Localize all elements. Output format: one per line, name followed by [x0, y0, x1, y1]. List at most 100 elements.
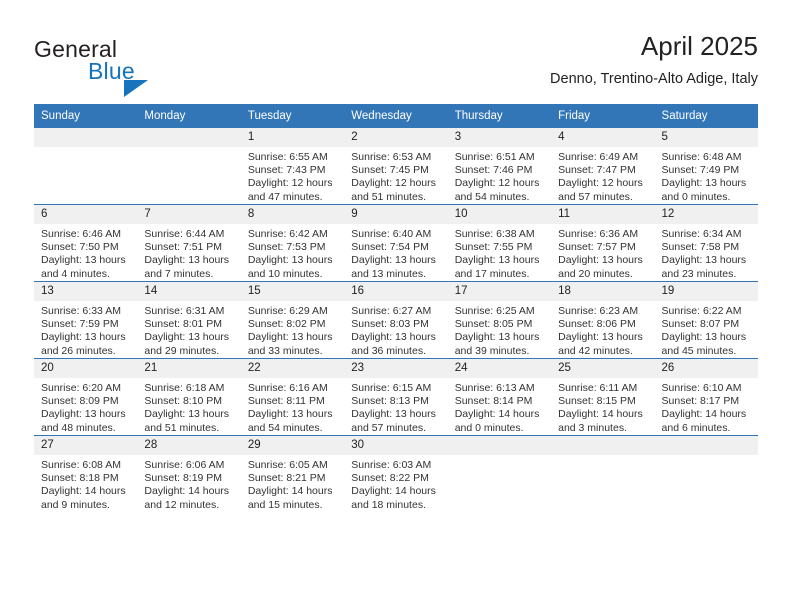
day-number: 26: [654, 359, 758, 378]
day-details: Sunrise: 6:11 AM Sunset: 8:15 PM Daylight:…: [551, 378, 654, 435]
calendar-empty-cell: [447, 435, 552, 512]
daylight-duration-line1: Daylight: 13 hours: [661, 331, 747, 344]
sunrise-time: Sunrise: 6:53 AM: [351, 151, 432, 163]
calendar-day-cell[interactable]: 15 Sunrise: 6:29 AM Sunset: 8:02 PM Dayligh…: [240, 281, 345, 359]
sunset-time: Sunset: 7:51 PM: [144, 241, 223, 254]
calendar-day-cell[interactable]: 27 Sunrise: 6:08 AM Sunset: 8:18 PM Dayligh…: [34, 435, 138, 512]
calendar-day-cell[interactable]: 20 Sunrise: 6:20 AM Sunset: 8:09 PM Dayligh…: [34, 358, 138, 436]
daylight-duration-line1: Daylight: 12 hours: [351, 177, 436, 190]
calendar-day-cell[interactable]: 11 Sunrise: 6:36 AM Sunset: 7:57 PM Dayligh…: [551, 204, 655, 282]
sunrise-time: Sunrise: 6:23 AM: [558, 305, 639, 317]
daylight-duration-line2: and 13 minutes.: [351, 267, 426, 280]
daylight-duration-line2: and 45 minutes.: [661, 344, 737, 357]
weekday-header-monday: Monday: [137, 104, 241, 128]
day-number: 17: [447, 282, 552, 301]
sunset-time: Sunset: 7:45 PM: [351, 164, 429, 177]
sunset-time: Sunset: 7:58 PM: [661, 241, 740, 254]
calendar-day-cell[interactable]: 21 Sunrise: 6:18 AM Sunset: 8:10 PM Dayligh…: [137, 358, 241, 436]
calendar-day-cell[interactable]: 3 Sunrise: 6:51 AM Sunset: 7:46 PM Daylight…: [447, 128, 552, 205]
calendar-header-row: Sunday Monday Tuesday Wednesday Thursday Frid…: [34, 104, 758, 128]
calendar-day-cell[interactable]: 14 Sunrise: 6:31 AM Sunset: 8:01 PM Dayligh…: [137, 281, 241, 359]
calendar-day-cell[interactable]: 1 Sunrise: 6:55 AM Sunset: 7:43 PM Daylight…: [240, 128, 345, 205]
calendar-day-cell[interactable]: 24 Sunrise: 6:13 AM Sunset: 8:14 PM Dayligh…: [447, 358, 552, 436]
sunset-time: Sunset: 8:06 PM: [558, 318, 636, 331]
daylight-duration-line1: Daylight: 12 hours: [558, 177, 643, 190]
calendar-day-cell[interactable]: 6 Sunrise: 6:46 AM Sunset: 7:50 PM Daylight…: [34, 204, 138, 282]
day-number: 29: [240, 436, 345, 455]
weekday-header-wednesday: Wednesday: [344, 104, 448, 128]
calendar-day-cell[interactable]: 29 Sunrise: 6:05 AM Sunset: 8:21 PM Dayligh…: [240, 435, 345, 512]
calendar-day-cell[interactable]: 13 Sunrise: 6:33 AM Sunset: 7:59 PM Dayligh…: [34, 281, 138, 359]
daylight-duration-line1: Daylight: 13 hours: [351, 254, 436, 267]
calendar-day-cell[interactable]: 30 Sunrise: 6:03 AM Sunset: 8:22 PM Dayligh…: [344, 435, 448, 512]
daylight-duration-line1: Daylight: 14 hours: [351, 485, 436, 498]
calendar-day-cell[interactable]: 23 Sunrise: 6:15 AM Sunset: 8:13 PM Dayligh…: [344, 358, 448, 436]
day-number: 23: [344, 359, 448, 378]
calendar-day-cell[interactable]: 9 Sunrise: 6:40 AM Sunset: 7:54 PM Daylight…: [344, 204, 448, 282]
daylight-duration-line2: and 15 minutes.: [247, 498, 323, 511]
sunset-time: Sunset: 7:43 PM: [247, 164, 326, 177]
day-details: Sunrise: 6:16 AM Sunset: 8:11 PM Daylight:…: [241, 378, 344, 435]
calendar-day-cell[interactable]: 22 Sunrise: 6:16 AM Sunset: 8:11 PM Dayligh…: [240, 358, 345, 436]
sunset-time: Sunset: 7:54 PM: [351, 241, 429, 254]
calendar-day-cell[interactable]: 12 Sunrise: 6:34 AM Sunset: 7:58 PM Dayligh…: [654, 204, 758, 282]
daylight-duration-line1: Daylight: 12 hours: [454, 177, 540, 190]
calendar-day-cell[interactable]: 25 Sunrise: 6:11 AM Sunset: 8:15 PM Dayligh…: [551, 358, 655, 436]
day-details: Sunrise: 6:06 AM Sunset: 8:19 PM Daylight:…: [137, 455, 240, 512]
sunset-time: Sunset: 7:53 PM: [247, 241, 326, 254]
daylight-duration-line2: and 54 minutes.: [247, 421, 323, 434]
sunrise-time: Sunrise: 6:49 AM: [558, 151, 639, 163]
daylight-duration-line2: and 29 minutes.: [144, 344, 220, 357]
day-details: Sunrise: 6:13 AM Sunset: 8:14 PM Daylight:…: [448, 378, 551, 435]
sunset-time: Sunset: 7:46 PM: [454, 164, 533, 177]
daylight-duration-line1: Daylight: 13 hours: [661, 177, 747, 190]
day-details: Sunrise: 6:22 AM Sunset: 8:07 PM Daylight:…: [655, 301, 758, 358]
sunset-time: Sunset: 7:47 PM: [558, 164, 636, 177]
calendar-day-cell[interactable]: 8 Sunrise: 6:42 AM Sunset: 7:53 PM Daylight…: [240, 204, 345, 282]
day-number: [137, 128, 241, 147]
day-details: Sunrise: 6:31 AM Sunset: 8:01 PM Daylight:…: [137, 301, 240, 358]
day-number: 4: [551, 128, 655, 147]
daylight-duration-line2: and 26 minutes.: [41, 344, 116, 357]
calendar-day-cell[interactable]: 17 Sunrise: 6:25 AM Sunset: 8:05 PM Dayligh…: [447, 281, 552, 359]
daylight-duration-line1: Daylight: 14 hours: [41, 485, 126, 498]
calendar-day-cell[interactable]: 16 Sunrise: 6:27 AM Sunset: 8:03 PM Dayligh…: [344, 281, 448, 359]
calendar-day-cell[interactable]: 19 Sunrise: 6:22 AM Sunset: 8:07 PM Dayligh…: [654, 281, 758, 359]
sunrise-time: Sunrise: 6:20 AM: [41, 382, 121, 394]
calendar-day-cell[interactable]: 28 Sunrise: 6:06 AM Sunset: 8:19 PM Dayligh…: [137, 435, 241, 512]
calendar-table: Sunday Monday Tuesday Wednesday Thursday Frid…: [34, 104, 758, 512]
day-details: Sunrise: 6:03 AM Sunset: 8:22 PM Daylight:…: [344, 455, 447, 512]
sunrise-time: Sunrise: 6:11 AM: [558, 382, 638, 394]
sunrise-time: Sunrise: 6:44 AM: [144, 228, 225, 240]
sunrise-time: Sunrise: 6:05 AM: [247, 459, 328, 471]
sunset-time: Sunset: 7:55 PM: [454, 241, 533, 254]
sunrise-time: Sunrise: 6:22 AM: [661, 305, 742, 317]
calendar-day-cell[interactable]: 18 Sunrise: 6:23 AM Sunset: 8:06 PM Dayligh…: [551, 281, 655, 359]
daylight-duration-line2: and 17 minutes.: [454, 267, 530, 280]
day-details: Sunrise: 6:42 AM Sunset: 7:53 PM Daylight:…: [241, 224, 344, 281]
day-number: 5: [654, 128, 758, 147]
calendar-day-cell[interactable]: 4 Sunrise: 6:49 AM Sunset: 7:47 PM Daylight…: [551, 128, 655, 205]
sunrise-time: Sunrise: 6:06 AM: [144, 459, 225, 471]
title-block: April 2025 Denno, Trentino-Alto Adige, I…: [550, 30, 758, 88]
calendar-day-cell[interactable]: 26 Sunrise: 6:10 AM Sunset: 8:17 PM Dayligh…: [654, 358, 758, 436]
daylight-duration-line2: and 36 minutes.: [351, 344, 426, 357]
daylight-duration-line1: Daylight: 14 hours: [558, 408, 643, 421]
daylight-duration-line1: Daylight: 13 hours: [41, 331, 126, 344]
sunset-time: Sunset: 7:59 PM: [41, 318, 119, 331]
day-number: 20: [34, 359, 138, 378]
sunset-time: Sunset: 8:15 PM: [558, 395, 636, 408]
weekday-header-row: Sunday Monday Tuesday Wednesday Thursday Frid…: [34, 104, 758, 128]
calendar-day-cell[interactable]: 2 Sunrise: 6:53 AM Sunset: 7:45 PM Daylight…: [344, 128, 448, 205]
daylight-duration-line2: and 12 minutes.: [144, 498, 220, 511]
sunset-time: Sunset: 8:11 PM: [247, 395, 325, 408]
calendar-day-cell[interactable]: 5 Sunrise: 6:48 AM Sunset: 7:49 PM Daylight…: [654, 128, 758, 205]
calendar-day-cell[interactable]: 10 Sunrise: 6:38 AM Sunset: 7:55 PM Dayligh…: [447, 204, 552, 282]
sunset-time: Sunset: 7:49 PM: [661, 164, 740, 177]
daylight-duration-line2: and 57 minutes.: [351, 421, 426, 434]
day-details: Sunrise: 6:38 AM Sunset: 7:55 PM Daylight:…: [448, 224, 551, 281]
calendar-day-cell[interactable]: 7 Sunrise: 6:44 AM Sunset: 7:51 PM Daylight…: [137, 204, 241, 282]
daylight-duration-line2: and 20 minutes.: [558, 267, 633, 280]
sunrise-time: Sunrise: 6:34 AM: [661, 228, 742, 240]
sunrise-time: Sunrise: 6:16 AM: [247, 382, 328, 394]
